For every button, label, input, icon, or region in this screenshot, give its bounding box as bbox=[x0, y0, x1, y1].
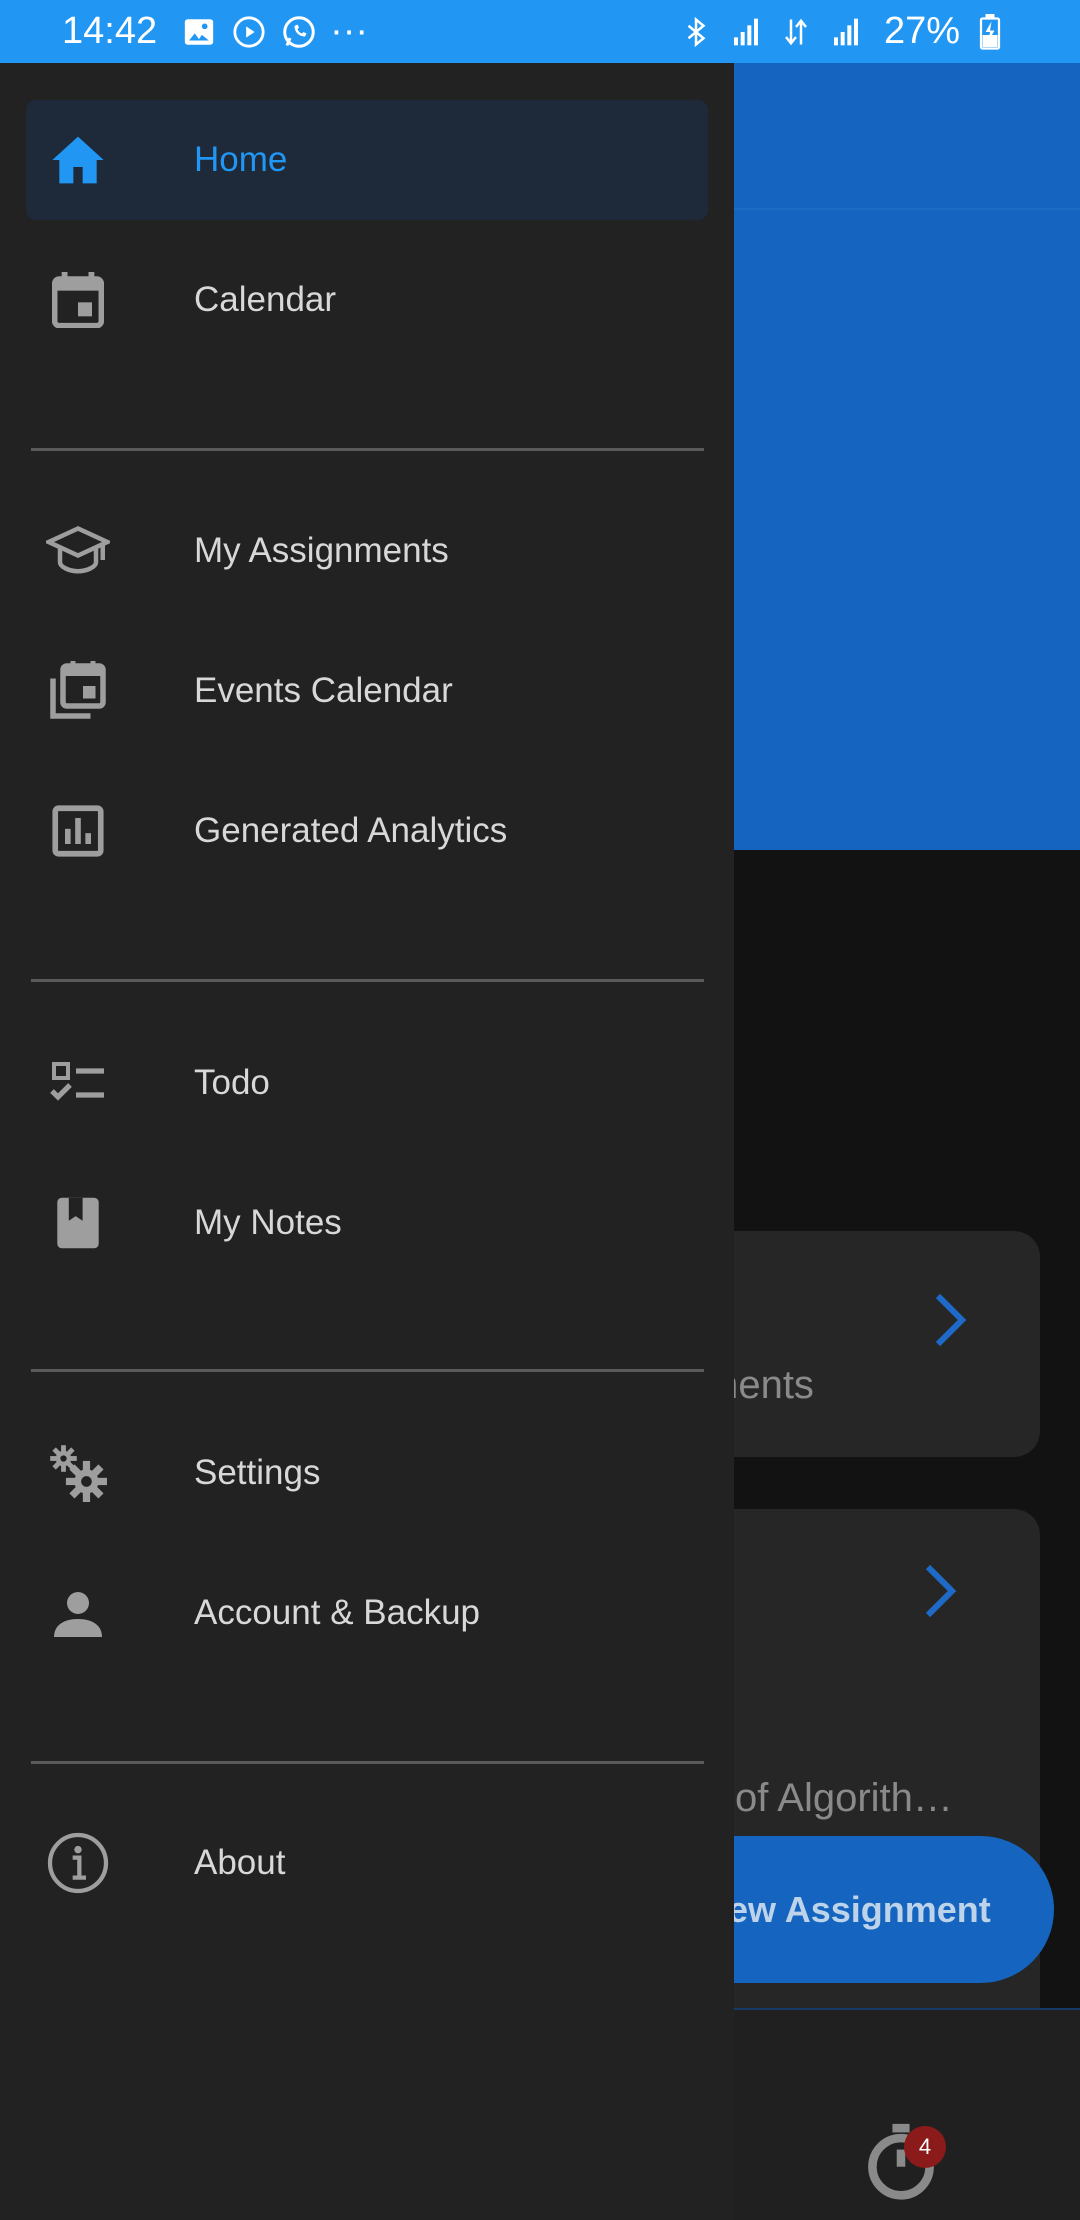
timer-badge: 4 bbox=[904, 2126, 946, 2168]
new-assignment-label: ew Assignment bbox=[728, 1888, 991, 1930]
nav-label-about: About bbox=[194, 1843, 286, 1882]
checklist-icon bbox=[46, 1051, 110, 1115]
nav-item-account-backup[interactable]: Account & Backup bbox=[26, 1553, 708, 1673]
nav-label-account-backup: Account & Backup bbox=[194, 1593, 480, 1632]
divider bbox=[31, 1761, 704, 1764]
nav-label-home: Home bbox=[194, 140, 288, 179]
nav-item-my-assignments[interactable]: My Assignments bbox=[26, 491, 708, 611]
status-time: 14:42 bbox=[62, 10, 158, 52]
gallery-icon bbox=[179, 12, 219, 52]
graduation-cap-icon bbox=[46, 519, 110, 583]
nav-item-settings[interactable]: Settings bbox=[26, 1413, 708, 1533]
person-icon bbox=[46, 1581, 110, 1645]
chevron-right-icon bbox=[920, 1554, 960, 1634]
info-icon bbox=[46, 1831, 110, 1895]
book-icon bbox=[46, 1191, 110, 1255]
whatsapp-icon bbox=[279, 12, 319, 52]
calendar-icon bbox=[46, 268, 110, 332]
nav-item-home[interactable]: Home bbox=[26, 100, 708, 220]
nav-label-settings: Settings bbox=[194, 1453, 321, 1492]
nav-item-about[interactable]: About bbox=[26, 1803, 708, 1923]
nav-label-todo: Todo bbox=[194, 1063, 270, 1102]
signal-icon bbox=[726, 12, 766, 52]
nav-item-calendar[interactable]: Calendar bbox=[26, 240, 708, 360]
divider bbox=[31, 448, 704, 451]
bluetooth-icon bbox=[676, 12, 716, 52]
nav-label-events-calendar: Events Calendar bbox=[194, 671, 453, 710]
play-icon bbox=[229, 12, 269, 52]
nav-label-calendar: Calendar bbox=[194, 280, 337, 319]
nav-item-my-notes[interactable]: My Notes bbox=[26, 1163, 708, 1283]
analytics-icon bbox=[46, 799, 110, 863]
chevron-right-icon bbox=[930, 1283, 970, 1363]
divider bbox=[31, 1369, 704, 1372]
nav-item-generated-analytics[interactable]: Generated Analytics bbox=[26, 771, 708, 891]
screen: 14:42 ··· 27% nents bbox=[0, 0, 1080, 2220]
events-calendar-icon bbox=[46, 659, 110, 723]
data-transfer-icon bbox=[776, 12, 816, 52]
divider bbox=[31, 979, 704, 982]
nav-label-my-notes: My Notes bbox=[194, 1203, 342, 1242]
home-icon bbox=[46, 128, 110, 192]
more-notifications-icon: ··· bbox=[330, 10, 369, 52]
navigation-drawer: Home Calendar My Assignments Events Cale… bbox=[0, 63, 734, 2220]
nav-label-generated-analytics: Generated Analytics bbox=[194, 811, 508, 850]
gears-icon bbox=[46, 1441, 110, 1505]
battery-percent: 27% bbox=[883, 10, 960, 52]
nav-item-events-calendar[interactable]: Events Calendar bbox=[26, 631, 708, 751]
status-bar: 14:42 ··· 27% bbox=[0, 0, 1080, 63]
signal-2-icon bbox=[826, 12, 866, 52]
nav-label-my-assignments: My Assignments bbox=[194, 531, 449, 570]
nav-item-todo[interactable]: Todo bbox=[26, 1023, 708, 1143]
battery-charging-icon bbox=[970, 12, 1010, 52]
